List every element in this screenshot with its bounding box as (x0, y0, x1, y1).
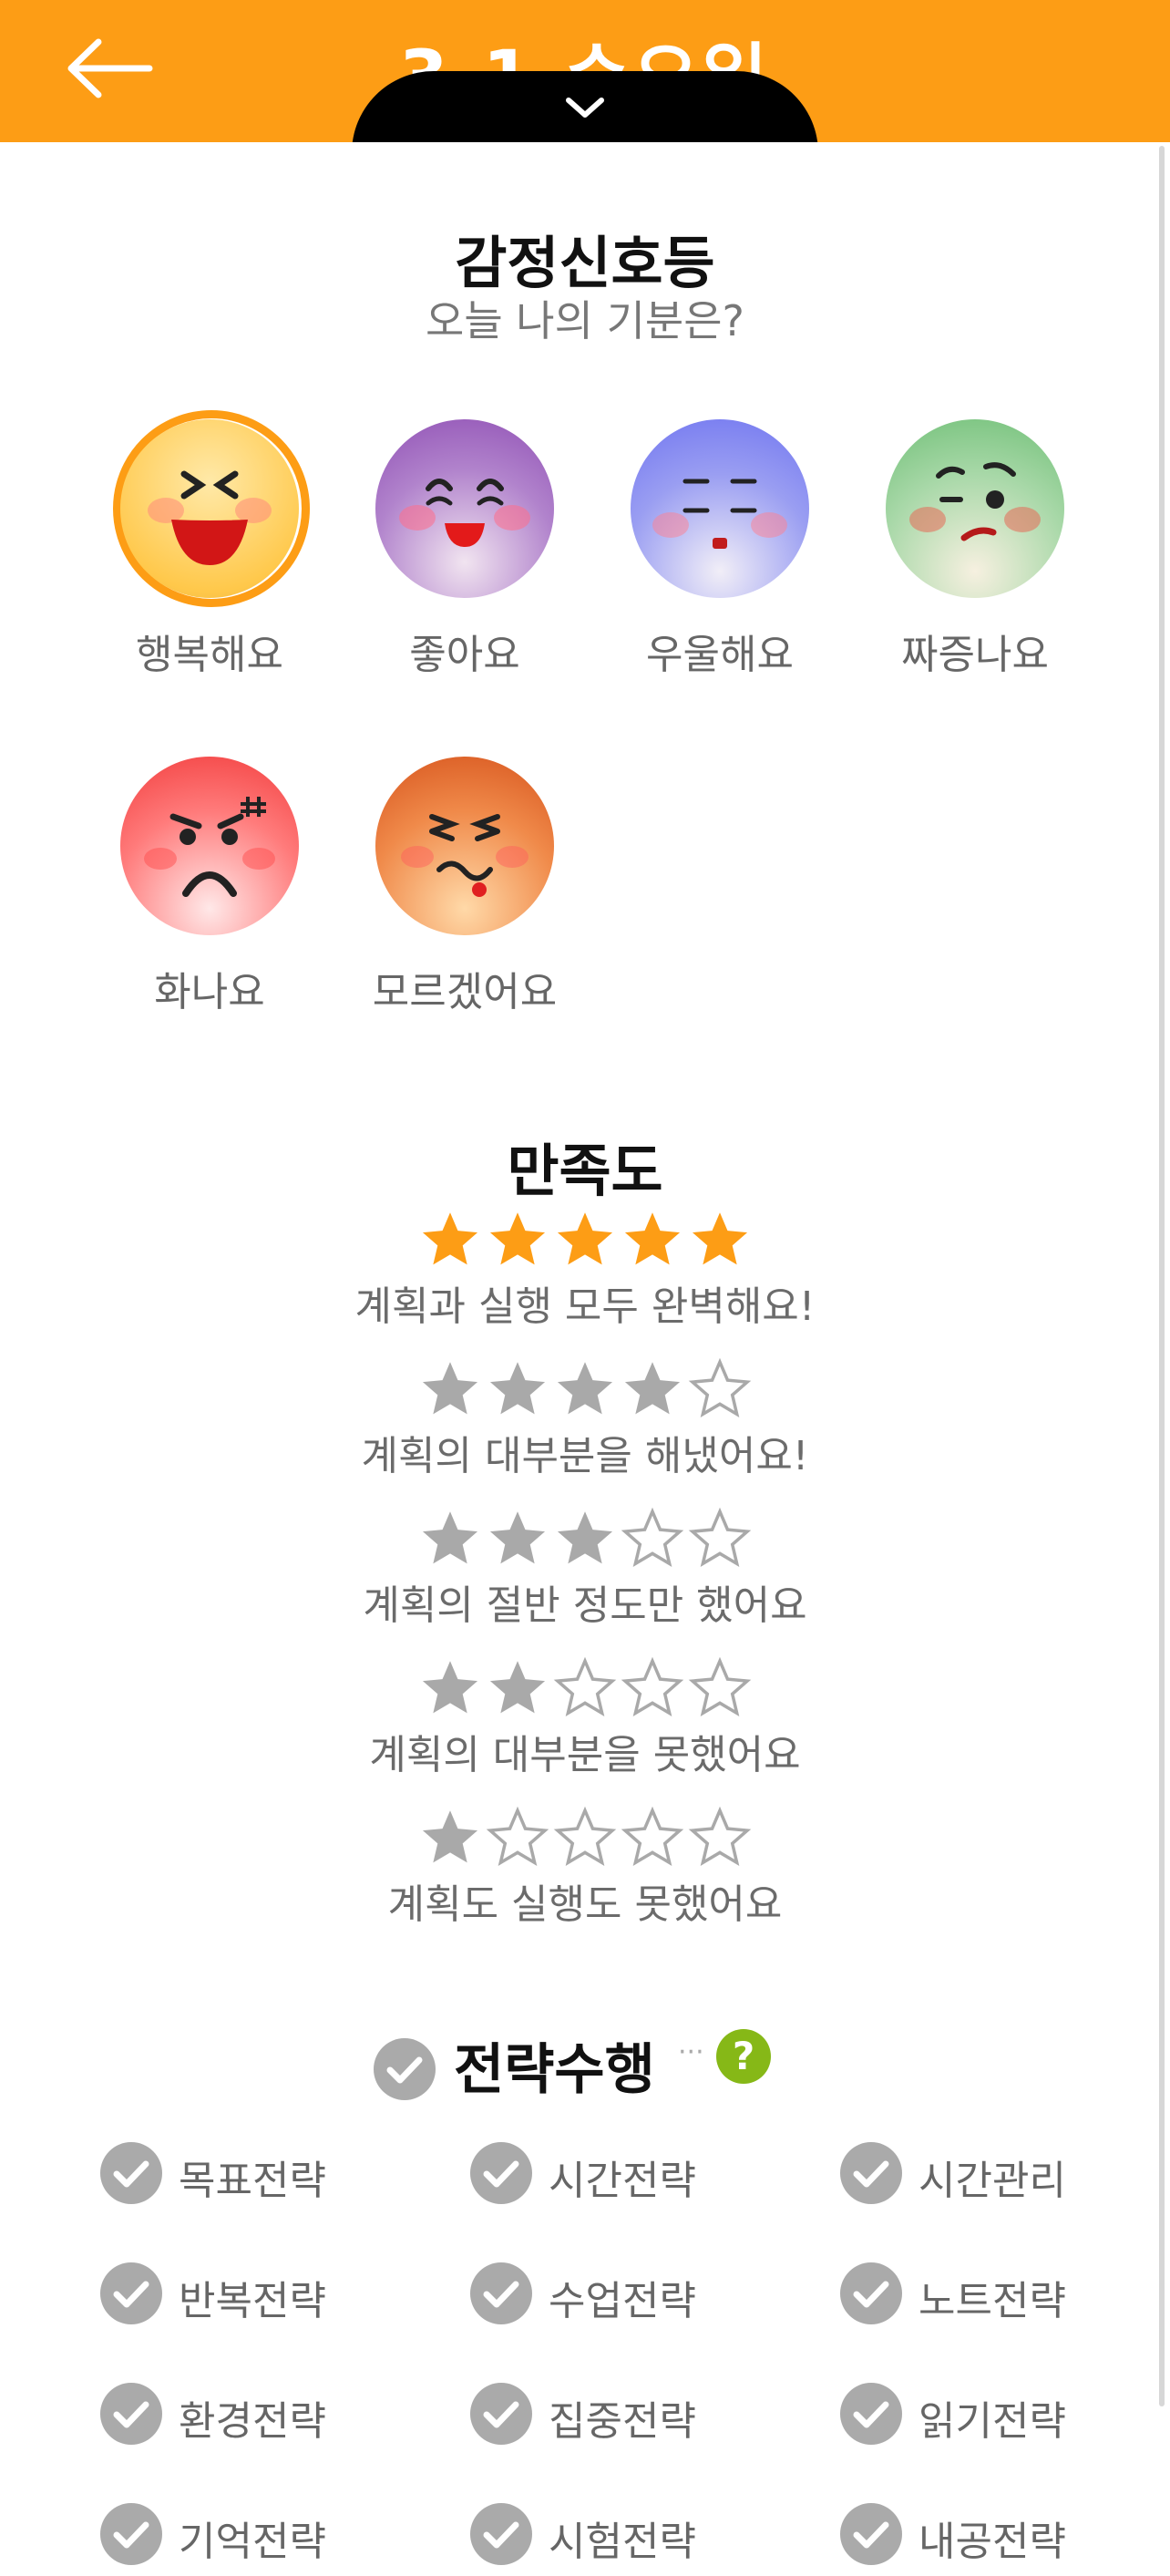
help-icon: ? (732, 2034, 755, 2078)
check-icon[interactable] (470, 2383, 532, 2445)
rating-option-2[interactable]: 계획의 대부분을 못했어요 (0, 1656, 1170, 1780)
strategy-label: 내공전략 (919, 2519, 1066, 2565)
check-icon[interactable] (840, 2383, 902, 2445)
star-row (0, 1357, 1170, 1421)
star-outline-icon (553, 1656, 617, 1717)
star-filled-icon (422, 1212, 478, 1265)
check-icon (386, 2056, 423, 2084)
check-icon[interactable] (100, 2262, 162, 2324)
star-outline-icon (553, 1806, 617, 1867)
strategy-label: 읽기전략 (919, 2398, 1066, 2445)
rating-label: 계획과 실행 모두 완벽해요! (354, 1283, 816, 1330)
strategy-label: 시간관리 (919, 2158, 1066, 2204)
star-outline-icon (621, 1806, 684, 1867)
emotion-label: 좋아요 (409, 632, 520, 678)
strategy-label: 집중전략 (549, 2398, 696, 2445)
star-filled-icon (489, 1212, 546, 1265)
strategy-label: 노트전략 (919, 2278, 1066, 2324)
strategy-label: 기억전략 (179, 2519, 326, 2565)
rating-label: 계획도 실행도 못했어요 (387, 1881, 783, 1928)
strategy-label: 환경전략 (179, 2398, 326, 2445)
strategy-title: 전략수행 (454, 2038, 655, 2102)
strategy-label: 반복전략 (179, 2278, 326, 2324)
arrow-left-icon (67, 38, 153, 98)
check-icon[interactable] (470, 2142, 532, 2204)
rating-option-4[interactable]: 계획의 대부분을 해냈어요! (0, 1357, 1170, 1481)
star-filled-icon (557, 1362, 613, 1415)
emotion-label: 화나요 (154, 969, 265, 1015)
check-icon[interactable] (100, 2383, 162, 2445)
check-icon[interactable] (840, 2142, 902, 2204)
emotion-unsure[interactable]: 모르겠어요 (355, 757, 574, 1017)
star-filled-icon (422, 1661, 478, 1714)
emotion-label: 짜증나요 (901, 632, 1049, 678)
star-filled-icon (624, 1362, 681, 1415)
star-row (0, 1656, 1170, 1720)
star-filled-icon (422, 1511, 478, 1564)
rating-option-3[interactable]: 계획의 절반 정도만 했어요 (0, 1507, 1170, 1631)
emotion-subtitle: 오늘 나의 기분은? (426, 296, 744, 345)
check-icon[interactable] (840, 2262, 902, 2324)
emotion-title: 감정신호등 (455, 230, 715, 296)
emotion-happy[interactable]: 행복해요 (100, 419, 319, 680)
smiling-face-icon (375, 419, 554, 598)
star-filled-icon (489, 1661, 546, 1714)
emotion-label: 모르겠어요 (372, 969, 558, 1015)
emotion-label: 우울해요 (646, 632, 794, 678)
emotion-good[interactable]: 좋아요 (355, 419, 574, 680)
star-outline-icon (486, 1806, 549, 1867)
emotion-label: 행복해요 (136, 632, 283, 678)
star-outline-icon (688, 1507, 752, 1568)
strategy-header: 전략수행 ··· ? (0, 2011, 1170, 2102)
emotion-sad[interactable]: 우울해요 (611, 419, 829, 680)
help-button[interactable]: ? (716, 2029, 771, 2084)
check-icon[interactable] (100, 2503, 162, 2565)
check-icon[interactable] (470, 2262, 532, 2324)
star-filled-icon (557, 1212, 613, 1265)
gloomy-face-icon (631, 419, 809, 598)
back-button[interactable] (64, 36, 173, 109)
star-row (0, 1208, 1170, 1272)
happy-face-icon (120, 419, 299, 598)
rating-label: 계획의 절반 정도만 했어요 (363, 1582, 807, 1629)
star-filled-icon (624, 1212, 681, 1265)
ellipsis-icon: ··· (678, 2036, 704, 2068)
satisfaction-title: 만족도 (507, 1138, 663, 1204)
strategy-label: 수업전략 (549, 2278, 696, 2324)
star-filled-icon (422, 1810, 478, 1863)
check-icon[interactable] (470, 2503, 532, 2565)
emotion-angry[interactable]: 화나요 (100, 757, 319, 1017)
top-bar: 3.1 수요일 (0, 0, 1170, 142)
star-outline-icon (621, 1656, 684, 1717)
chevron-down-icon (566, 98, 604, 118)
star-filled-icon (489, 1362, 546, 1415)
star-row (0, 1806, 1170, 1870)
strategy-label: 시험전략 (549, 2519, 696, 2565)
annoyed-face-icon (886, 419, 1064, 598)
star-row (0, 1507, 1170, 1571)
star-filled-icon (692, 1212, 748, 1265)
pull-down-handle[interactable] (352, 71, 818, 142)
check-icon[interactable] (840, 2503, 902, 2565)
star-outline-icon (688, 1806, 752, 1867)
star-filled-icon (557, 1511, 613, 1564)
star-filled-icon (422, 1362, 478, 1415)
strategy-label: 목표전략 (179, 2158, 326, 2204)
rating-label: 계획의 대부분을 못했어요 (369, 1732, 801, 1778)
strategy-all-check[interactable] (374, 2038, 436, 2100)
emotion-annoyed[interactable]: 짜증나요 (866, 419, 1084, 680)
check-icon[interactable] (100, 2142, 162, 2204)
strategy-label: 시간전략 (549, 2158, 696, 2204)
rating-label: 계획의 대부분을 해냈어요! (361, 1433, 809, 1479)
star-outline-icon (621, 1507, 684, 1568)
angry-face-icon (120, 757, 299, 935)
star-outline-icon (688, 1656, 752, 1717)
star-filled-icon (489, 1511, 546, 1564)
rating-option-5[interactable]: 계획과 실행 모두 완벽해요! (0, 1208, 1170, 1332)
star-outline-icon (688, 1357, 752, 1418)
rating-option-1[interactable]: 계획도 실행도 못했어요 (0, 1806, 1170, 1930)
confused-face-icon (375, 757, 554, 935)
